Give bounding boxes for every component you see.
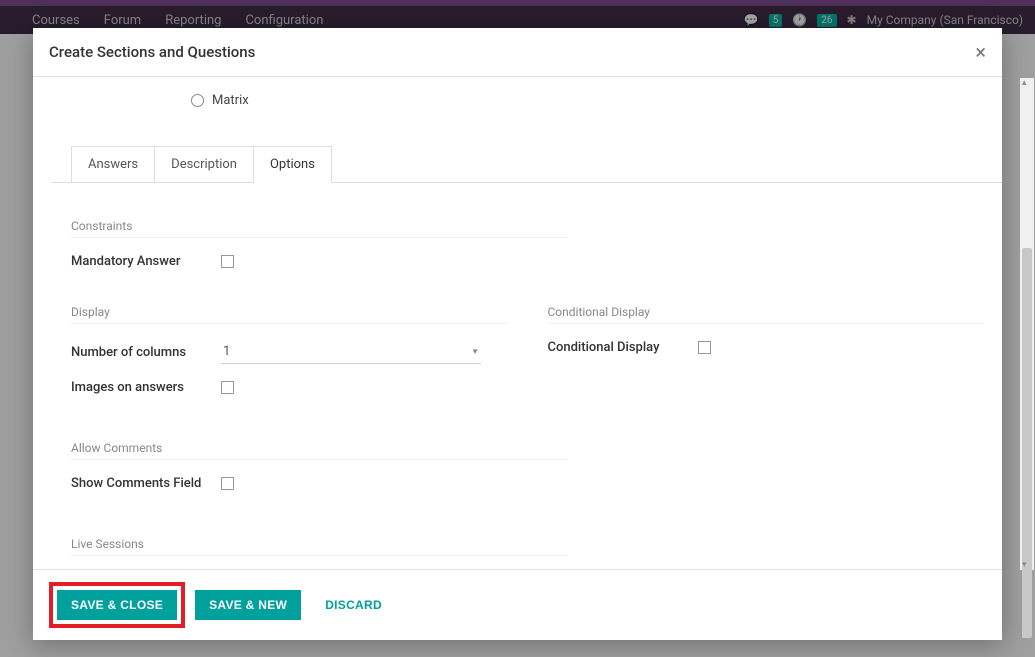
chevron-down-icon: ▼ xyxy=(471,347,479,356)
section-conditional: Conditional Display xyxy=(548,305,985,324)
section-constraints: Constraints xyxy=(71,219,568,238)
radio-matrix[interactable]: Matrix xyxy=(191,93,984,108)
mandatory-label: Mandatory Answer xyxy=(71,254,211,269)
save-close-highlight: Save & Close xyxy=(49,582,185,628)
save-new-button[interactable]: Save & New xyxy=(195,590,301,620)
scrollbar[interactable] xyxy=(1020,78,1034,570)
images-label: Images on answers xyxy=(71,380,211,395)
conditional-checkbox[interactable] xyxy=(698,341,711,354)
show-comments-label: Show Comments Field xyxy=(71,476,211,491)
tab-description[interactable]: Description xyxy=(155,146,254,183)
conditional-label: Conditional Display xyxy=(548,340,688,355)
tab-options[interactable]: Options xyxy=(254,146,332,183)
section-live: Live Sessions xyxy=(71,537,568,556)
show-comments-checkbox[interactable] xyxy=(221,477,234,490)
radio-matrix-label: Matrix xyxy=(212,93,249,108)
scrollbar-thumb[interactable] xyxy=(1022,248,1032,638)
section-display: Display xyxy=(71,305,508,324)
modal-footer: Save & Close Save & New Discard xyxy=(33,569,1002,640)
close-icon[interactable]: × xyxy=(975,42,986,62)
create-sections-modal: Create Sections and Questions × Matrix A… xyxy=(33,28,1002,640)
images-checkbox[interactable] xyxy=(221,381,234,394)
mandatory-checkbox[interactable] xyxy=(221,255,234,268)
tab-answers[interactable]: Answers xyxy=(71,146,155,183)
num-columns-select[interactable]: 1 ▼ xyxy=(221,340,481,364)
modal-body: Matrix Answers Description Options Const… xyxy=(33,77,1002,569)
radio-icon xyxy=(191,94,204,107)
tabs: Answers Description Options xyxy=(71,146,984,183)
modal-title: Create Sections and Questions xyxy=(49,43,255,61)
discard-button[interactable]: Discard xyxy=(311,590,396,620)
num-columns-label: Number of columns xyxy=(71,345,211,360)
num-columns-value: 1 xyxy=(223,344,230,359)
modal-header: Create Sections and Questions × xyxy=(33,28,1002,77)
section-comments: Allow Comments xyxy=(71,441,568,460)
modal-overlay: Create Sections and Questions × Matrix A… xyxy=(0,0,1035,657)
save-close-button[interactable]: Save & Close xyxy=(57,590,177,620)
